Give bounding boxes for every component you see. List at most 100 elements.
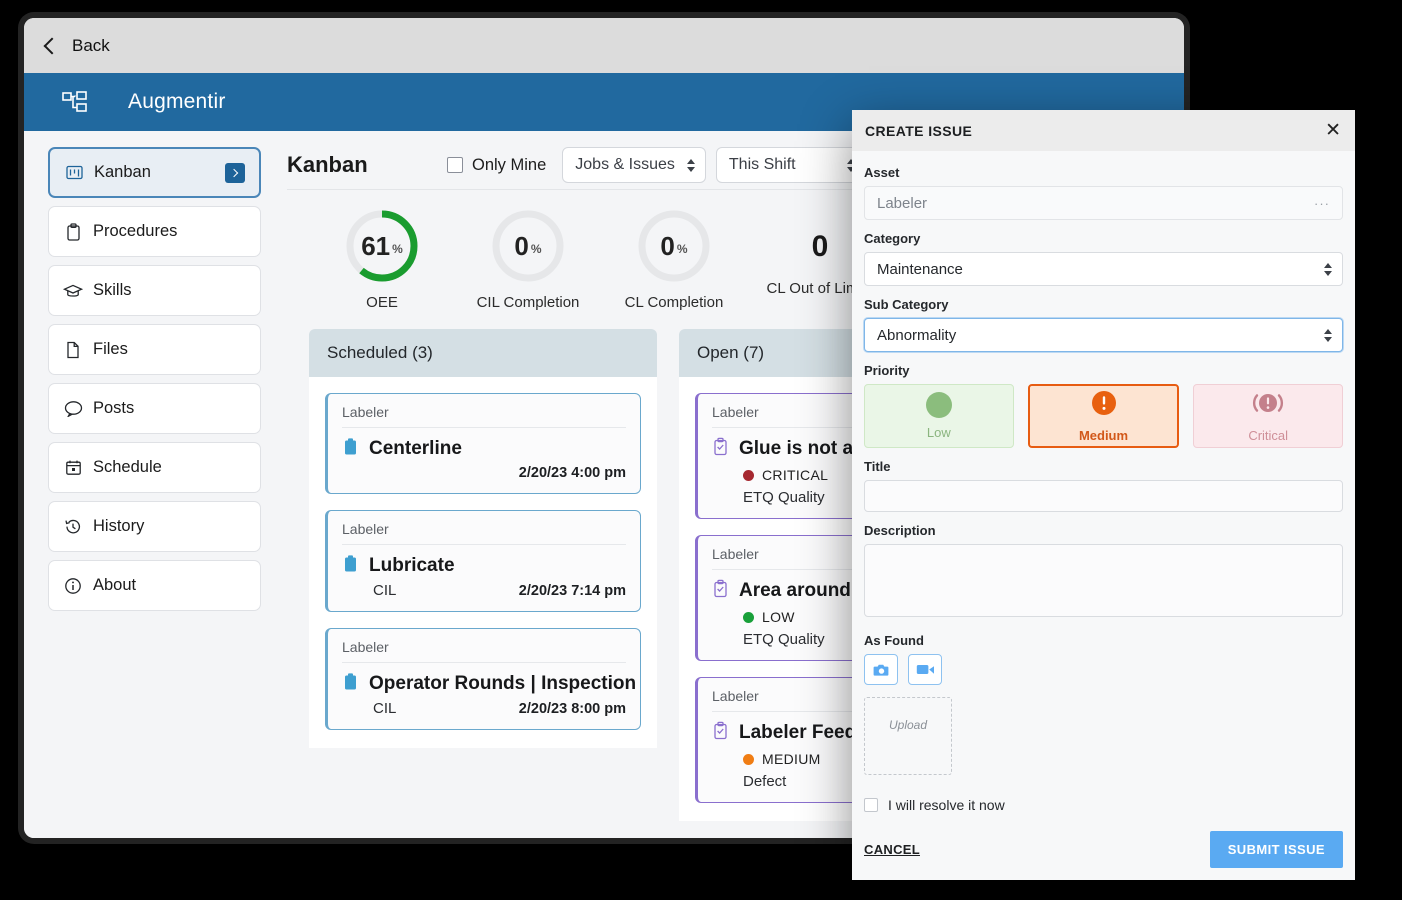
close-icon[interactable]: ✕ bbox=[1325, 121, 1341, 140]
as-found-field: As Found Upload bbox=[864, 633, 1343, 775]
description-label: Description bbox=[864, 523, 936, 538]
media-buttons bbox=[864, 654, 1343, 685]
sidebar-item-skills[interactable]: Skills bbox=[48, 265, 261, 316]
job-card[interactable]: Labeler Operator Rounds | Inspection CIL bbox=[325, 628, 641, 730]
chevron-updown-icon bbox=[1324, 262, 1332, 276]
modal-body: Asset Labeler ··· Category Maintenance S… bbox=[852, 151, 1355, 818]
kpi-caption: OEE bbox=[366, 294, 398, 311]
critical-alert-icon bbox=[1249, 390, 1287, 421]
resolve-now-toggle[interactable]: I will resolve it now bbox=[864, 797, 1343, 813]
file-icon bbox=[63, 340, 83, 360]
resolve-now-label: I will resolve it now bbox=[888, 797, 1005, 813]
only-mine-toggle[interactable]: Only Mine bbox=[447, 156, 546, 175]
priority-label: CRITICAL bbox=[762, 467, 829, 483]
kpi-value: 0 bbox=[660, 230, 675, 261]
asset-value: Labeler bbox=[877, 194, 928, 212]
priority-option-label: Low bbox=[926, 425, 951, 440]
org-hierarchy-icon bbox=[62, 91, 88, 113]
card-title-row: Lubricate bbox=[342, 554, 626, 578]
priority-option-critical[interactable]: Critical bbox=[1193, 384, 1344, 448]
sub-category-field: Sub Category Abnormality bbox=[864, 297, 1343, 352]
priority-option-label: Medium bbox=[1078, 427, 1129, 443]
sidebar-item-label: Skills bbox=[93, 281, 132, 299]
priority-option-medium[interactable]: Medium bbox=[1027, 384, 1180, 448]
screenshot-root: Back Augmentir Kanban Procedures Skills … bbox=[0, 0, 1402, 900]
card-asset: Labeler bbox=[342, 639, 626, 663]
sub-category-select[interactable]: Abnormality bbox=[864, 318, 1343, 352]
clipboard-issue-icon bbox=[712, 437, 729, 461]
app-title: Augmentir bbox=[128, 90, 226, 113]
as-found-label: As Found bbox=[864, 633, 924, 648]
back-button[interactable]: Back bbox=[72, 36, 110, 56]
description-input[interactable] bbox=[864, 544, 1343, 617]
card-timestamp: 2/20/23 8:00 pm bbox=[518, 700, 626, 717]
sidebar-item-procedures[interactable]: Procedures bbox=[48, 206, 261, 257]
sidebar-item-schedule[interactable]: Schedule bbox=[48, 442, 261, 493]
create-issue-modal: CREATE ISSUE ✕ Asset Labeler ··· Categor… bbox=[852, 110, 1355, 880]
job-card[interactable]: Labeler Lubricate CIL 2/20/23 7:14 pm bbox=[325, 510, 641, 612]
modal-header: CREATE ISSUE ✕ bbox=[852, 110, 1355, 151]
asset-input[interactable]: Labeler ··· bbox=[864, 186, 1343, 220]
card-asset: Labeler bbox=[342, 521, 626, 545]
chevron-right-icon[interactable] bbox=[225, 162, 245, 183]
card-title-row: Operator Rounds | Inspection bbox=[342, 672, 636, 696]
clipboard-issue-icon bbox=[712, 721, 729, 745]
shift-filter-value: This Shift bbox=[728, 156, 796, 173]
gauge-ring: 0% bbox=[636, 208, 712, 284]
cancel-button[interactable]: CANCEL bbox=[864, 842, 920, 857]
circle-icon bbox=[925, 392, 952, 418]
clipboard-job-icon bbox=[342, 437, 359, 461]
priority-option-low[interactable]: Low bbox=[864, 384, 1014, 448]
clipboard-icon bbox=[63, 222, 83, 242]
chevron-left-icon bbox=[43, 37, 61, 54]
submit-issue-button[interactable]: SUBMIT ISSUE bbox=[1209, 830, 1343, 868]
title-input[interactable] bbox=[864, 480, 1343, 512]
sidebar-item-history[interactable]: History bbox=[48, 501, 261, 552]
sidebar-item-label: About bbox=[93, 576, 137, 594]
chat-bubble-icon bbox=[63, 399, 83, 419]
priority-dot-icon bbox=[743, 611, 754, 623]
priority-dot-icon bbox=[743, 469, 754, 481]
category-label: Category bbox=[864, 231, 921, 246]
sidebar: Kanban Procedures Skills Files Posts Sch… bbox=[24, 131, 277, 838]
sidebar-item-files[interactable]: Files bbox=[48, 324, 261, 375]
card-title-row: Centerline bbox=[342, 437, 626, 461]
column-header: Scheduled (3) bbox=[309, 329, 657, 377]
sidebar-item-label: Schedule bbox=[93, 458, 162, 476]
sidebar-item-label: Kanban bbox=[94, 163, 151, 181]
shift-filter-select[interactable]: This Shift bbox=[715, 147, 866, 183]
upload-dropzone[interactable]: Upload bbox=[864, 697, 952, 775]
sidebar-item-kanban[interactable]: Kanban bbox=[48, 147, 261, 198]
camera-icon[interactable] bbox=[864, 654, 898, 685]
kpi-unit: % bbox=[676, 242, 688, 256]
gauge-ring: 61% bbox=[344, 208, 420, 284]
asset-label: Asset bbox=[864, 165, 900, 180]
sidebar-item-about[interactable]: About bbox=[48, 560, 261, 611]
sidebar-item-label: Procedures bbox=[93, 222, 178, 240]
title-field: Title bbox=[864, 459, 1343, 512]
priority-dot-icon bbox=[743, 753, 754, 765]
card-subtype: CIL bbox=[373, 582, 397, 599]
chevron-updown-icon bbox=[686, 158, 695, 172]
sub-category-label: Sub Category bbox=[864, 297, 949, 312]
video-camera-icon[interactable] bbox=[908, 654, 942, 685]
priority-label: Priority bbox=[864, 363, 910, 378]
type-filter-select[interactable]: Jobs & Issues bbox=[562, 147, 706, 183]
resolve-now-checkbox[interactable] bbox=[864, 798, 878, 812]
ellipsis-icon[interactable]: ··· bbox=[1314, 196, 1330, 211]
kpi-value: 0 bbox=[514, 230, 529, 261]
priority-option-label: Critical bbox=[1248, 427, 1289, 443]
kanban-column-scheduled: Scheduled (3) Labeler Centerline 2/20/23… bbox=[309, 329, 657, 821]
clipboard-job-icon bbox=[342, 672, 359, 696]
column-body: Labeler Centerline 2/20/23 4:00 pm Label… bbox=[309, 377, 657, 748]
only-mine-checkbox[interactable] bbox=[447, 157, 463, 173]
clipboard-issue-icon bbox=[712, 579, 729, 603]
job-card[interactable]: Labeler Centerline 2/20/23 4:00 pm bbox=[325, 393, 641, 494]
kpi-value: 0 bbox=[811, 230, 829, 263]
only-mine-label: Only Mine bbox=[472, 155, 547, 174]
sub-category-value: Abnormality bbox=[877, 326, 957, 344]
modal-title: CREATE ISSUE bbox=[865, 122, 973, 139]
sidebar-item-posts[interactable]: Posts bbox=[48, 383, 261, 434]
upload-label: Upload bbox=[888, 718, 928, 732]
category-select[interactable]: Maintenance bbox=[864, 252, 1343, 286]
